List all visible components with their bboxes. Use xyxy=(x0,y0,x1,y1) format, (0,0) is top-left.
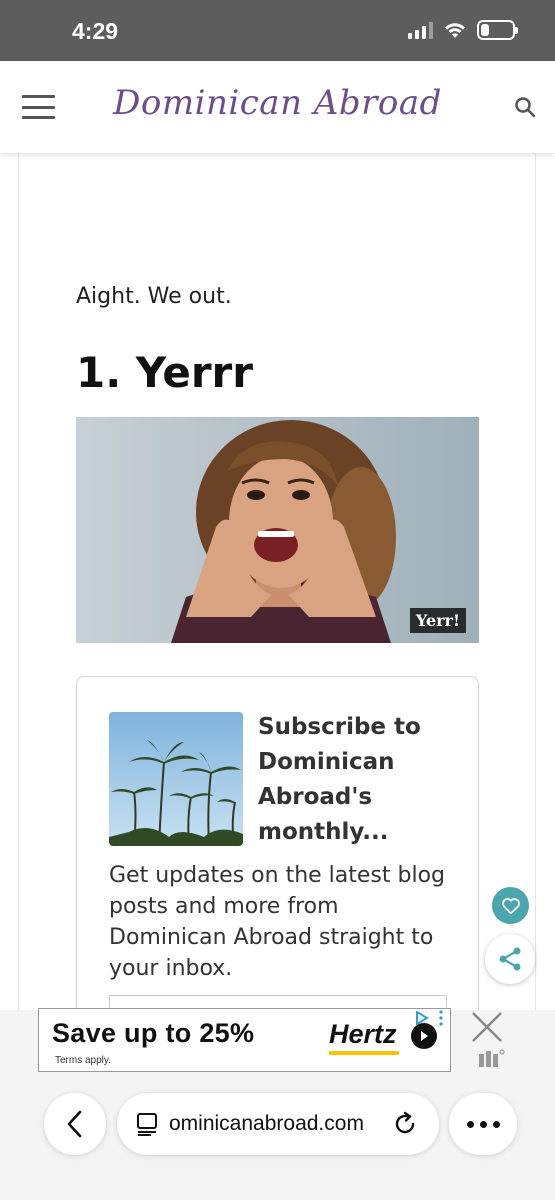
back-button[interactable] xyxy=(44,1093,106,1155)
subscribe-title: Subscribe to Dominican Abroad's monthly.… xyxy=(258,714,421,845)
wifi-icon xyxy=(445,23,465,38)
status-bar: 4:29 xyxy=(0,0,555,61)
share-icon xyxy=(499,947,521,971)
intro-text: Aight. We out. xyxy=(76,284,232,309)
site-title[interactable]: Dominican Abroad xyxy=(0,83,555,123)
ad-banner[interactable]: Save up to 25% Terms apply. Hertz xyxy=(38,1008,451,1072)
battery-icon xyxy=(477,20,518,40)
share-button[interactable] xyxy=(485,934,535,984)
ad-brand-underline xyxy=(329,1051,399,1055)
ad-arrow-icon[interactable] xyxy=(411,1023,437,1049)
palm-trees-image xyxy=(109,712,243,846)
reload-icon[interactable] xyxy=(391,1110,419,1138)
address-bar[interactable]: ominicanabroad.com xyxy=(117,1093,439,1155)
browser-toolbar: ominicanabroad.com xyxy=(0,1085,555,1200)
subscribe-description: Get updates on the latest blog posts and… xyxy=(109,863,446,981)
image-caption: Yerr! xyxy=(409,608,466,633)
status-time: 4:29 xyxy=(72,18,119,44)
subscribe-card: Subscribe to Dominican Abroad's monthly.… xyxy=(76,676,479,1036)
url-text: ominicanabroad.com xyxy=(169,1112,364,1135)
status-icons xyxy=(408,20,518,40)
section-heading: 1. Yerrr xyxy=(76,348,253,397)
ad-terms: Terms apply. xyxy=(55,1055,111,1066)
heart-icon xyxy=(501,897,520,914)
ad-options-icon[interactable] xyxy=(438,1010,444,1026)
close-icon[interactable] xyxy=(470,1010,504,1044)
favorite-button[interactable] xyxy=(492,887,529,924)
ad-brand: Hertz xyxy=(329,1019,397,1049)
hero-image: Yerr! xyxy=(76,417,479,643)
ad-network-logo-icon xyxy=(479,1049,505,1067)
battery-level-fill xyxy=(481,24,489,36)
adchoices-icon[interactable] xyxy=(415,1011,429,1025)
more-options-button[interactable] xyxy=(449,1093,517,1155)
chevron-left-icon xyxy=(67,1110,82,1138)
search-icon[interactable] xyxy=(513,95,537,119)
site-header: Dominican Abroad xyxy=(0,61,555,153)
reader-mode-icon[interactable] xyxy=(135,1112,159,1136)
cellular-signal-icon xyxy=(408,21,433,39)
ad-headline: Save up to 25% xyxy=(52,1018,255,1048)
